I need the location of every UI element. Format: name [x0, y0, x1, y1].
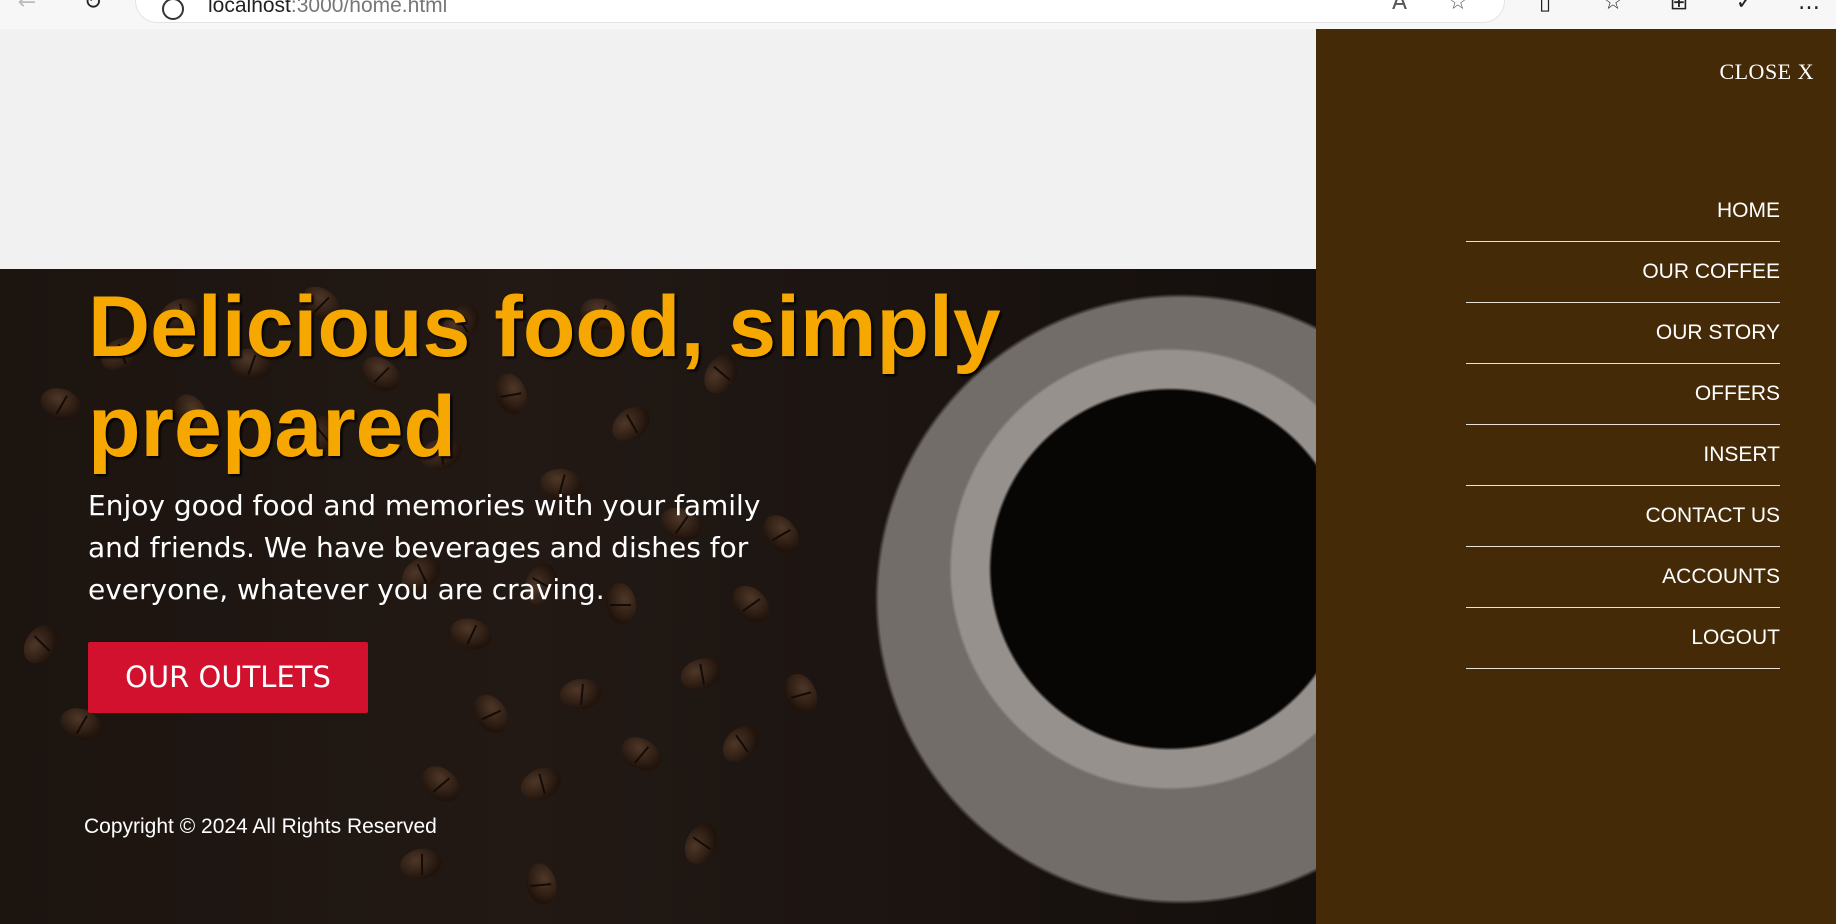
- hero-description: Enjoy good food and memories with your f…: [88, 489, 761, 606]
- side-menu: CLOSE X HOME OUR COFFEE OUR STORY OFFERS…: [1316, 29, 1836, 924]
- menu-link-offers[interactable]: OFFERS: [1466, 364, 1780, 406]
- read-aloud-icon[interactable]: A: [1392, 0, 1407, 15]
- hero-section: Delicious food, simply prepared Enjoy go…: [0, 269, 1316, 924]
- menu-list: HOME OUR COFFEE OUR STORY OFFERS INSERT …: [1466, 181, 1780, 669]
- our-outlets-button[interactable]: OUR OUTLETS: [88, 642, 368, 713]
- menu-link-contact-us[interactable]: CONTACT US: [1466, 486, 1780, 528]
- menu-item-accounts: ACCOUNTS: [1466, 547, 1780, 608]
- address-url[interactable]: localhost:3000/home.html: [208, 0, 447, 18]
- favorites-list-icon[interactable]: ☆: [1600, 0, 1626, 16]
- menu-item-home: HOME: [1466, 181, 1780, 242]
- more-icon[interactable]: …: [1796, 0, 1822, 16]
- menu-item-contact-us: CONTACT US: [1466, 486, 1780, 547]
- browser-toolbar: ← ↻ localhost:3000/home.html A ☆ ▯ ☆ ⊞ ✓…: [0, 0, 1836, 29]
- copyright-text: Copyright © 2024 All Rights Reserved: [84, 815, 437, 838]
- address-bar[interactable]: localhost:3000/home.html A ☆: [136, 0, 1504, 22]
- back-icon[interactable]: ←: [14, 0, 40, 16]
- page-header-area: [0, 29, 1316, 269]
- menu-link-our-story[interactable]: OUR STORY: [1466, 303, 1780, 345]
- menu-item-our-story: OUR STORY: [1466, 303, 1780, 364]
- menu-item-our-coffee: OUR COFFEE: [1466, 242, 1780, 303]
- hero-title: Delicious food, simply prepared: [88, 279, 1001, 475]
- url-host: localhost: [208, 0, 291, 17]
- split-screen-icon[interactable]: ▯: [1532, 0, 1558, 16]
- favorite-star-icon[interactable]: ☆: [1448, 0, 1468, 15]
- menu-item-offers: OFFERS: [1466, 364, 1780, 425]
- menu-link-insert[interactable]: INSERT: [1466, 425, 1780, 467]
- close-menu-button[interactable]: CLOSE X: [1719, 59, 1814, 85]
- collections-icon[interactable]: ⊞: [1666, 0, 1692, 16]
- url-path: :3000/home.html: [290, 0, 448, 17]
- menu-link-accounts[interactable]: ACCOUNTS: [1466, 547, 1780, 589]
- info-icon[interactable]: [162, 0, 184, 20]
- refresh-icon[interactable]: ↻: [80, 0, 106, 16]
- menu-item-insert: INSERT: [1466, 425, 1780, 486]
- menu-link-home[interactable]: HOME: [1466, 181, 1780, 223]
- menu-link-logout[interactable]: LOGOUT: [1466, 608, 1780, 650]
- menu-item-logout: LOGOUT: [1466, 608, 1780, 669]
- menu-link-our-coffee[interactable]: OUR COFFEE: [1466, 242, 1780, 284]
- extensions-icon[interactable]: ✓: [1732, 0, 1758, 16]
